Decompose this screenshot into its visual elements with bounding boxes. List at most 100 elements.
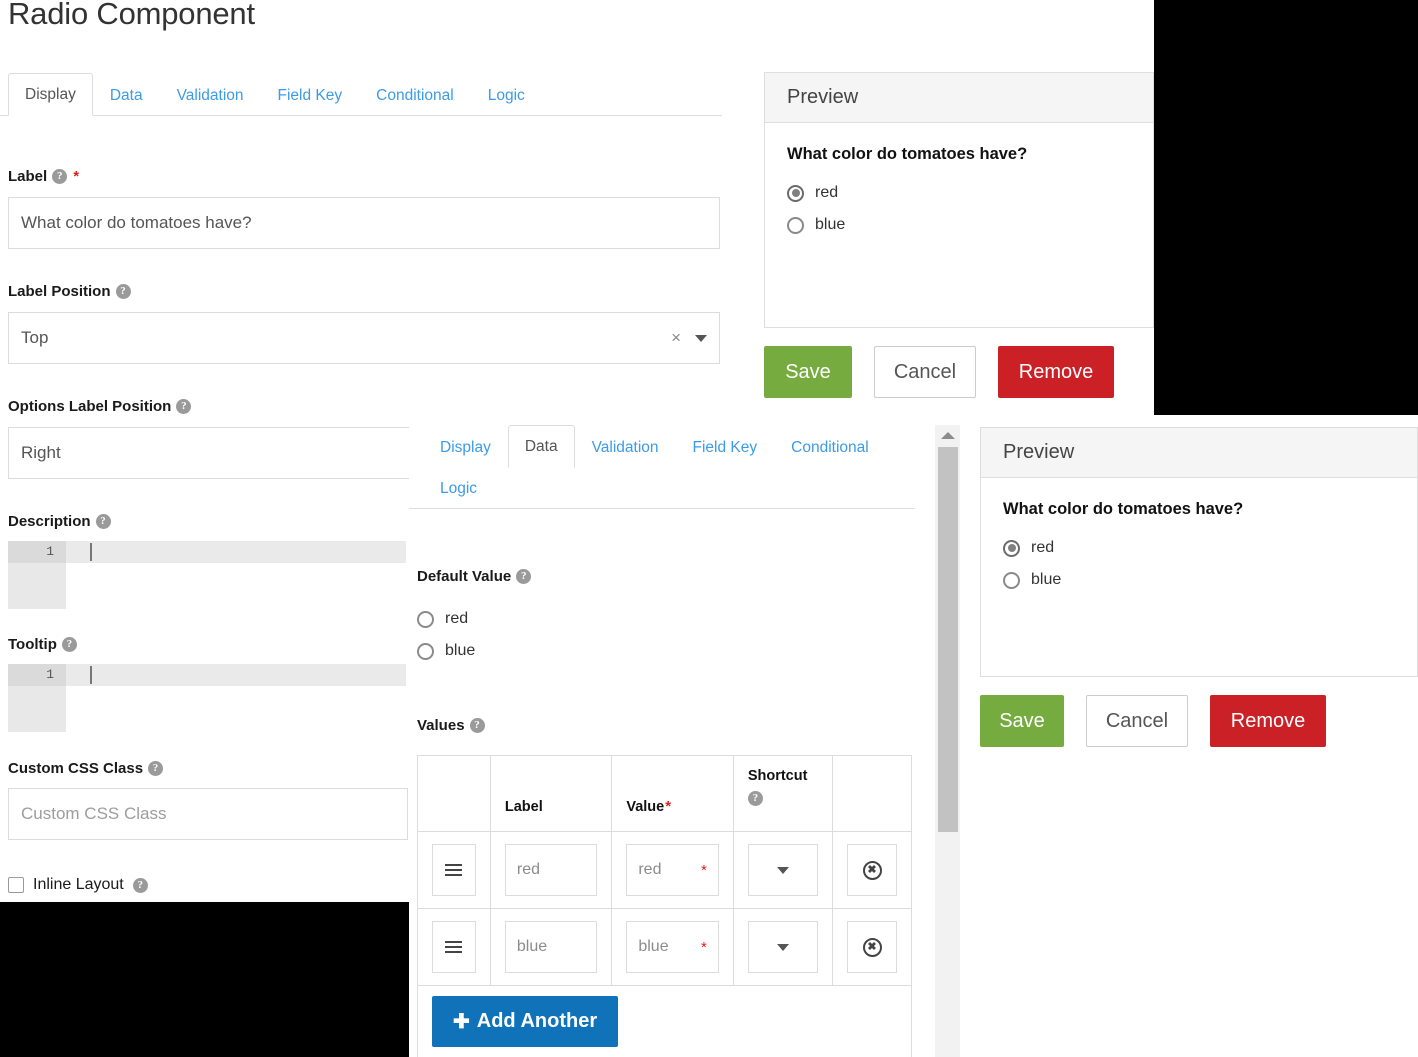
radio-icon[interactable] [417,642,434,660]
remove-row-button[interactable]: ✖ [847,921,897,973]
preview-option-red[interactable]: red [1003,539,1395,557]
tab-display[interactable]: Display [423,426,508,468]
drag-handle-icon[interactable] [432,844,476,896]
chevron-down-icon[interactable] [695,334,707,342]
radio-icon[interactable] [417,610,434,628]
occlusion-region-right [1154,0,1418,424]
label-input[interactable]: What color do tomatoes have? [8,197,720,249]
required-asterisk: * [700,861,707,879]
column-handle [417,755,491,832]
row-shortcut-select[interactable] [747,921,819,973]
radio-icon-selected[interactable] [1003,539,1020,557]
tooltip-text: Tooltip [8,636,57,653]
default-value-option-label: red [445,610,469,627]
tab-validation[interactable]: Validation [575,426,676,468]
default-value-option-blue[interactable]: blue [417,642,917,660]
preview-card: Preview What color do tomatoes have? red… [764,72,1154,328]
tab-validation[interactable]: Validation [160,74,261,116]
row-label-input[interactable]: blue [504,921,598,973]
preview-action-buttons: Save Cancel Remove [980,695,1418,747]
drag-handle-icon[interactable] [432,921,476,973]
preview-option-label: red [1031,539,1055,556]
help-icon[interactable]: ? [176,399,192,414]
row-shortcut-select[interactable] [747,844,819,896]
clear-icon[interactable]: × [671,328,681,348]
row-value-cell: blue * [611,908,734,986]
remove-button[interactable]: Remove [998,346,1114,398]
label-field-group: Label ? * What color do tomatoes have? [8,168,720,249]
tab-conditional[interactable]: Conditional [774,426,886,468]
row-value-input[interactable]: blue * [626,921,719,973]
help-icon[interactable]: ? [61,637,77,652]
preview-option-blue[interactable]: blue [787,216,1131,234]
column-label: Label [489,755,613,832]
cancel-button[interactable]: Cancel [1086,695,1188,747]
inline-layout-row[interactable]: Inline Layout ? [8,876,148,894]
row-value-value: blue [638,938,669,955]
plus-icon: ✚ [453,1011,470,1033]
preview-options: red blue [787,184,1131,234]
default-value-option-red[interactable]: red [417,610,917,628]
required-asterisk: * [73,168,80,185]
add-another-button[interactable]: ✚ Add Another [432,996,619,1047]
row-label-value: red [516,861,540,878]
column-shortcut: Shortcut ? [732,755,834,832]
editor-caret [90,666,92,684]
panel-scrollbar[interactable] [935,425,960,1057]
save-button[interactable]: Save [980,695,1064,747]
tab-conditional[interactable]: Conditional [359,74,471,116]
help-icon[interactable]: ? [132,877,148,893]
scroll-up-button[interactable] [935,425,960,445]
tab-data[interactable]: Data [507,425,575,468]
tab-data[interactable]: Data [93,74,160,116]
preview-option-label: blue [1031,571,1062,588]
help-icon[interactable]: ? [469,718,485,733]
inline-layout-checkbox[interactable] [8,877,24,893]
radio-icon-selected[interactable] [787,184,804,202]
add-another-label: Add Another [476,1010,598,1032]
preview-wrapper: Preview What color do tomatoes have? red… [980,427,1418,747]
row-label-value: blue [516,938,548,955]
table-footer-row: ✚ Add Another [417,985,912,1057]
preview-options: red blue [1003,539,1395,589]
help-icon[interactable]: ? [516,569,532,584]
page-title: Radio Component [8,0,255,31]
tab-logic[interactable]: Logic [423,467,494,509]
tab-logic[interactable]: Logic [471,74,542,116]
help-icon[interactable]: ? [52,169,68,184]
remove-button[interactable]: Remove [1210,695,1326,747]
table-row: blue blue * ✖ [417,908,912,986]
help-icon[interactable]: ? [115,284,131,299]
tooltip-editor[interactable]: 1 [8,664,406,732]
preview-option-blue[interactable]: blue [1003,571,1395,589]
description-editor[interactable]: 1 [8,541,406,609]
required-asterisk: * [665,798,672,815]
table-header-row: Label Value* Shortcut ? [417,755,912,832]
help-icon[interactable]: ? [148,761,164,776]
custom-css-class-placeholder: Custom CSS Class [21,804,167,823]
preview-option-red[interactable]: red [787,184,1131,202]
label-position-select[interactable]: Top × [8,312,720,364]
row-shortcut-cell [732,908,834,986]
help-icon[interactable]: ? [95,514,111,529]
help-icon[interactable]: ? [747,791,763,806]
tab-field-key[interactable]: Field Key [261,74,360,116]
column-shortcut-text: Shortcut [747,768,808,784]
custom-css-class-input[interactable]: Custom CSS Class [8,788,408,840]
save-button[interactable]: Save [764,346,852,398]
row-value-value: red [638,861,662,878]
row-value-cell: red * [611,831,734,909]
row-shortcut-cell [732,831,834,909]
row-label-input[interactable]: red [504,844,598,896]
preview-header: Preview [765,73,1153,123]
row-value-input[interactable]: red * [626,844,719,896]
tab-display[interactable]: Display [8,73,93,116]
remove-row-button[interactable]: ✖ [847,844,897,896]
tab-field-key[interactable]: Field Key [676,426,775,468]
radio-icon[interactable] [1003,571,1020,589]
label-position-value: Top [21,328,49,347]
cancel-button[interactable]: Cancel [874,346,976,398]
editor-line-number: 1 [8,541,66,563]
scrollbar-thumb[interactable] [938,447,958,832]
radio-icon[interactable] [787,216,804,234]
